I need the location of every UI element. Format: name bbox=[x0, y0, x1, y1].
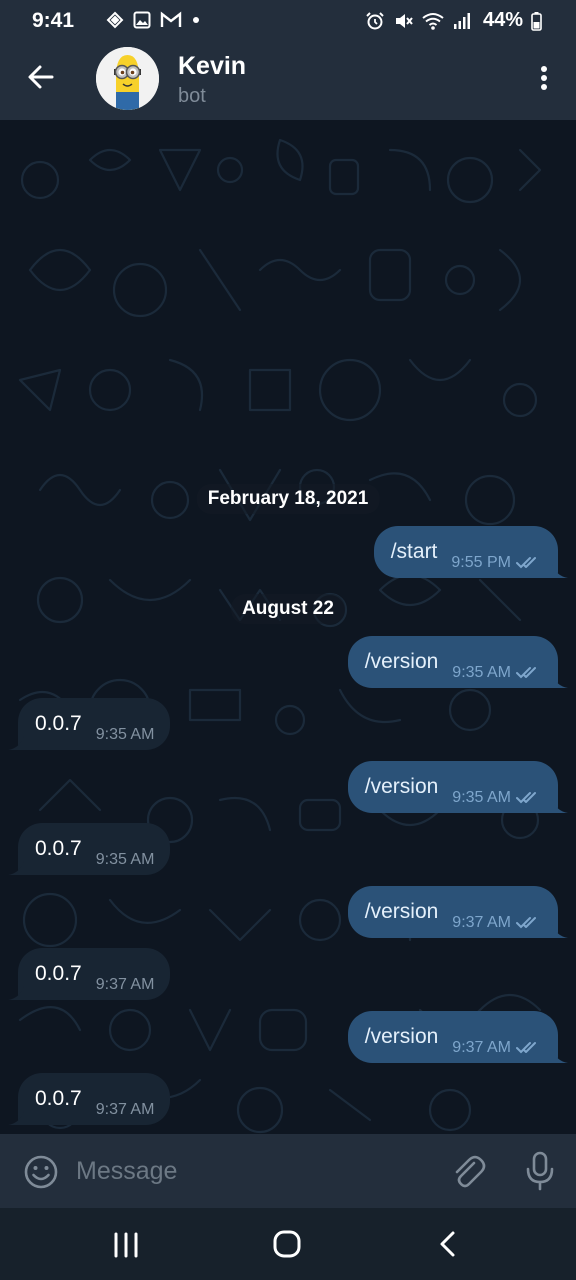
status-bar: 9:41 44% bbox=[0, 0, 576, 40]
message-input-bar bbox=[0, 1134, 576, 1208]
message-text: /version bbox=[364, 775, 439, 798]
home-button[interactable] bbox=[267, 1226, 307, 1262]
signal-icon bbox=[453, 12, 470, 29]
avatar[interactable] bbox=[96, 47, 159, 110]
message-time: 9:37 AM bbox=[452, 1039, 511, 1056]
message-meta: 9:37 AM bbox=[452, 1039, 542, 1057]
status-time: 9:41 bbox=[32, 9, 75, 32]
dot-icon bbox=[193, 17, 199, 23]
date-separator: February 18, 2021 bbox=[196, 484, 380, 514]
message-text: /version bbox=[364, 900, 439, 923]
message-text: 0.0.7 bbox=[35, 712, 82, 735]
message-meta: 9:37 AM bbox=[96, 1101, 155, 1119]
message-text: 0.0.7 bbox=[35, 962, 82, 985]
message-text: /start bbox=[390, 540, 438, 563]
bubble-tail bbox=[552, 564, 568, 578]
alarm-icon bbox=[366, 11, 384, 29]
message-text: 0.0.7 bbox=[35, 837, 82, 860]
incoming-message[interactable]: 0.0.7 9:37 AM bbox=[18, 1073, 171, 1125]
incoming-message[interactable]: 0.0.7 9:35 AM bbox=[18, 823, 171, 875]
battery-percent: 44% bbox=[482, 9, 523, 31]
message-meta: 9:35 AM bbox=[96, 851, 155, 869]
chat-header: Kevin bot bbox=[0, 40, 576, 120]
message-meta: 9:35 AM bbox=[96, 726, 155, 744]
battery-icon bbox=[531, 11, 542, 31]
smiley-icon bbox=[24, 1155, 58, 1189]
emoji-button[interactable] bbox=[23, 1154, 59, 1190]
home-icon bbox=[273, 1230, 301, 1258]
double-check-icon bbox=[516, 917, 536, 929]
chevron-left-icon bbox=[440, 1231, 455, 1257]
bubble-tail bbox=[8, 736, 24, 750]
chat-subtitle: bot bbox=[178, 85, 206, 107]
bubble-tail bbox=[552, 799, 568, 813]
double-check-icon bbox=[516, 667, 536, 679]
chat-title[interactable]: Kevin bbox=[178, 52, 246, 81]
message-meta: 9:55 PM bbox=[451, 554, 542, 572]
back-button[interactable] bbox=[22, 58, 62, 98]
outgoing-message[interactable]: /version 9:37 AM bbox=[347, 886, 558, 938]
double-check-icon bbox=[516, 792, 536, 804]
minion-avatar-icon bbox=[96, 47, 159, 110]
attach-button[interactable] bbox=[450, 1153, 486, 1191]
system-icons: 44% bbox=[365, 9, 542, 32]
back-nav-button[interactable] bbox=[428, 1226, 468, 1262]
system-navigation-bar bbox=[0, 1208, 576, 1280]
message-time: 9:37 AM bbox=[95, 1101, 155, 1118]
incoming-message[interactable]: 0.0.7 9:35 AM bbox=[18, 698, 171, 750]
microphone-icon bbox=[526, 1151, 554, 1191]
message-time: 9:55 PM bbox=[451, 554, 511, 571]
more-vertical-icon bbox=[541, 66, 547, 90]
incoming-message[interactable]: 0.0.7 9:37 AM bbox=[18, 948, 171, 1000]
bubble-tail bbox=[552, 674, 568, 688]
message-meta: 9:35 AM bbox=[452, 789, 542, 807]
recents-button[interactable] bbox=[106, 1226, 146, 1262]
message-time: 9:35 AM bbox=[95, 726, 155, 743]
message-time: 9:35 AM bbox=[452, 664, 511, 681]
bubble-tail bbox=[8, 1111, 24, 1125]
arrow-left-icon bbox=[28, 65, 54, 89]
message-time: 9:35 AM bbox=[95, 851, 155, 868]
voice-record-button[interactable] bbox=[522, 1150, 558, 1192]
message-input[interactable] bbox=[76, 1152, 416, 1190]
chat-area[interactable]: February 18, 2021 August 22 /start 9:55 … bbox=[0, 120, 576, 1134]
bubble-tail bbox=[8, 986, 24, 1000]
bubble-tail bbox=[552, 924, 568, 938]
message-time: 9:37 AM bbox=[452, 914, 511, 931]
double-check-icon bbox=[516, 557, 536, 569]
date-separator: August 22 bbox=[231, 594, 345, 624]
bubble-tail bbox=[8, 861, 24, 875]
message-text: /version bbox=[364, 1025, 439, 1048]
bubble-tail bbox=[552, 1049, 568, 1063]
wifi-icon bbox=[422, 12, 444, 30]
message-text: /version bbox=[364, 650, 439, 673]
outgoing-message[interactable]: /start 9:55 PM bbox=[373, 526, 558, 578]
more-options-button[interactable] bbox=[522, 60, 558, 100]
outgoing-message[interactable]: /version 9:35 AM bbox=[347, 761, 558, 813]
message-meta: 9:35 AM bbox=[452, 664, 542, 682]
paperclip-icon bbox=[455, 1155, 486, 1188]
message-meta: 9:37 AM bbox=[96, 976, 155, 994]
message-time: 9:37 AM bbox=[95, 976, 155, 993]
message-text: 0.0.7 bbox=[35, 1087, 82, 1110]
mute-icon bbox=[395, 13, 413, 28]
message-meta: 9:37 AM bbox=[452, 914, 542, 932]
double-check-icon bbox=[516, 1042, 536, 1054]
outgoing-message[interactable]: /version 9:35 AM bbox=[347, 636, 558, 688]
outgoing-message[interactable]: /version 9:37 AM bbox=[347, 1011, 558, 1063]
message-time: 9:35 AM bbox=[452, 789, 511, 806]
gallery-icon bbox=[133, 11, 151, 29]
binance-icon bbox=[106, 11, 124, 29]
gmail-icon bbox=[160, 11, 182, 27]
recents-icon bbox=[114, 1232, 138, 1258]
notification-icons bbox=[106, 11, 201, 29]
